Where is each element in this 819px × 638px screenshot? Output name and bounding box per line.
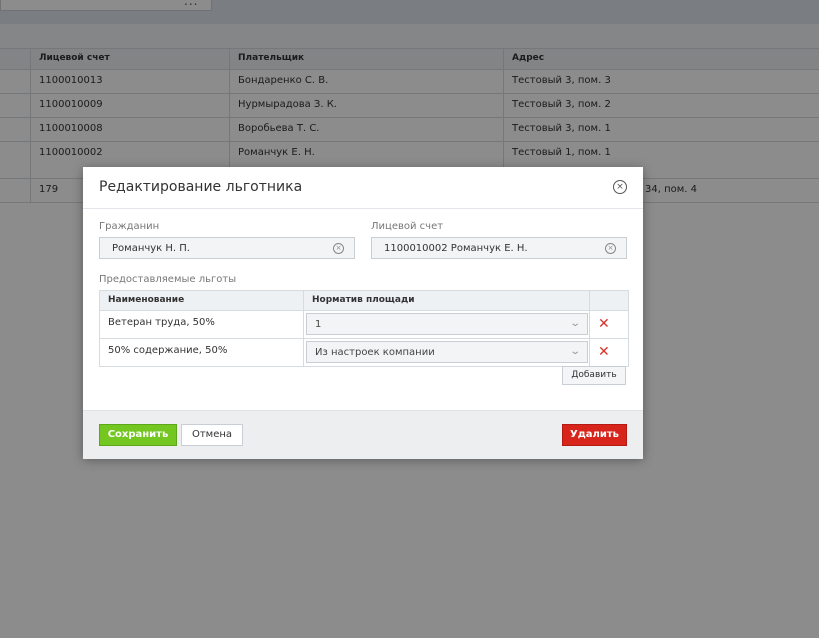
cancel-button[interactable]: Отмена xyxy=(181,424,243,446)
column-header-norm: Норматив площади xyxy=(303,291,589,310)
delete-button[interactable]: Удалить xyxy=(562,424,627,446)
benefit-name: Ветеран труда, 50% xyxy=(108,317,215,328)
benefit-row: Ветеран труда, 50% 1 ⌄ ✕ xyxy=(100,311,628,339)
edit-beneficiary-dialog: Редактирование льготника × Гражданин Ром… xyxy=(83,167,643,459)
benefit-name: 50% содержание, 50% xyxy=(108,345,228,356)
close-icon[interactable]: × xyxy=(613,180,627,194)
norm-value: 1 xyxy=(315,319,322,330)
dialog-title: Редактирование льготника xyxy=(99,179,303,195)
account-field[interactable]: 1100010002 Романчук Е. Н. × xyxy=(371,237,627,259)
norm-select[interactable]: Из настроек компании ⌄ xyxy=(306,341,588,363)
benefits-header: Наименование Норматив площади xyxy=(100,291,628,311)
delete-row-icon[interactable]: ✕ xyxy=(598,345,610,359)
column-header-name: Наименование xyxy=(108,295,185,305)
citizen-value: Романчук Н. П. xyxy=(112,243,190,254)
save-button[interactable]: Сохранить xyxy=(99,424,177,446)
chevron-down-icon: ⌄ xyxy=(568,346,581,357)
clear-icon[interactable]: × xyxy=(605,243,616,254)
clear-icon[interactable]: × xyxy=(333,243,344,254)
norm-value: Из настроек компании xyxy=(315,347,435,358)
delete-row-icon[interactable]: ✕ xyxy=(598,317,610,331)
norm-select[interactable]: 1 ⌄ xyxy=(306,313,588,335)
chevron-down-icon: ⌄ xyxy=(568,318,581,329)
add-benefit-button[interactable]: Добавить xyxy=(562,366,626,385)
benefit-row: 50% содержание, 50% Из настроек компании… xyxy=(100,339,628,367)
citizen-field[interactable]: Романчук Н. П. × xyxy=(99,237,355,259)
divider xyxy=(83,208,643,209)
benefits-label: Предоставляемые льготы xyxy=(99,274,237,285)
account-label: Лицевой счет xyxy=(371,221,444,232)
benefits-table: Наименование Норматив площади Ветеран тр… xyxy=(99,290,629,367)
citizen-label: Гражданин xyxy=(99,221,160,232)
dialog-footer: Сохранить Отмена Удалить xyxy=(83,410,643,459)
account-value: 1100010002 Романчук Е. Н. xyxy=(384,243,528,254)
